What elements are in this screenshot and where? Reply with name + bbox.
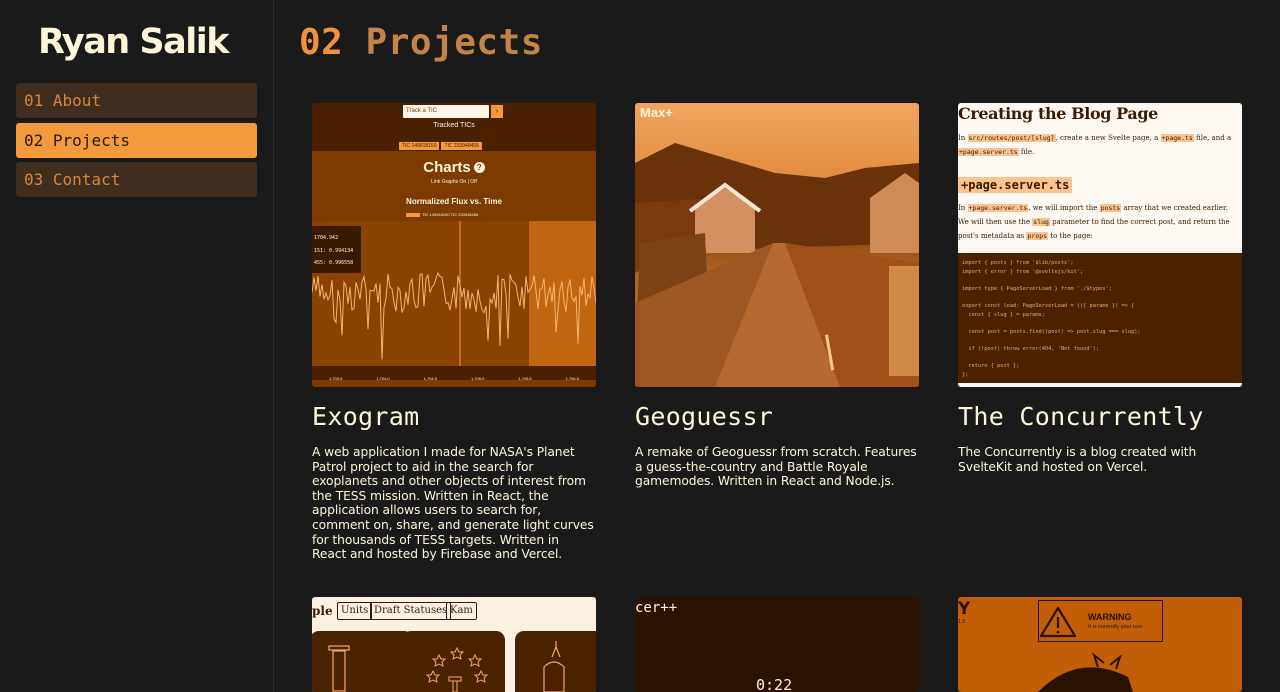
project-title[interactable]: Exogram [312, 402, 596, 431]
tick-label: 1,704.5 [423, 376, 437, 381]
tooltip-value: 151: 0.994134 [314, 247, 354, 254]
nav-item-label: Projects [52, 130, 130, 150]
tooltip-time: 1704.942 [314, 235, 339, 241]
project-description: The Concurrently is a blog created with … [958, 445, 1197, 474]
nav-item-contact[interactable]: 03 Contact [16, 162, 257, 197]
tick-label: 1,704.0 [376, 376, 390, 381]
code-block: import { posts } from '$lib/posts'; impo… [958, 253, 1242, 383]
nav-item-label: About [52, 91, 102, 110]
chart-tooltip: 1704.942 151: 0.994134 455: 0.996558 [312, 226, 361, 273]
project-card-exogram[interactable]: Track a TIC › Tracked TICs TIC 149918150… [312, 103, 596, 562]
street-view-image [635, 143, 919, 387]
warning-subtitle: It is currently your turn [1088, 624, 1143, 630]
warning-title: WARNING [1088, 612, 1132, 622]
tick-label: 1,703.5 [328, 376, 343, 381]
project-card-concurrently[interactable]: Creating the Blog Page In src/routes/pos… [958, 103, 1242, 474]
blog-code: posts [1099, 204, 1122, 212]
blog-heading: Creating the Blog Page [958, 104, 1158, 123]
tooltip-value: 455: 0.996558 [314, 260, 354, 266]
blog-paragraph: In +page.server.ts, we will import the p… [958, 201, 1240, 243]
game-clock: 0:22 [756, 676, 793, 692]
tick-label: 1,706.0 [565, 376, 579, 381]
thumb-logo-text: cer++ [635, 600, 678, 616]
project-title[interactable]: Geoguessr [635, 402, 919, 431]
project-thumbnail[interactable]: Max+ [635, 103, 919, 387]
page-title: 02 Projects [299, 22, 543, 63]
project-thumbnail[interactable]: cer++ 0:22 [635, 597, 919, 692]
project-card-geoguessr[interactable]: Max+ Geoguessr A remake of Geoguessr fro… [635, 103, 919, 489]
blog-text: In [958, 204, 968, 212]
blog-text: to the page: [1048, 232, 1093, 240]
blog-paragraph: In src/routes/post/[slug], create a new … [958, 131, 1240, 159]
chart-x-ticks: 1,703.5 1,704.0 1,704.5 1,705.0 1,705.5 … [312, 376, 596, 381]
blog-code: props [1026, 232, 1049, 240]
blog-text: file. [1018, 148, 1035, 156]
nav-item-number: 01 [24, 91, 44, 110]
project-thumbnail[interactable]: ple Units Draft Statuses Kam [312, 597, 596, 692]
project-title[interactable]: The Concurrently [958, 402, 1242, 431]
blog-code: +page.ts [1160, 134, 1194, 142]
blog-text: , we will import the [1028, 204, 1100, 212]
blog-code: slug [1032, 218, 1050, 226]
blog-subheading: +page.server.ts [958, 177, 1073, 193]
blog-text: file, and a [1193, 134, 1232, 142]
blog-text: , create a new Svelte page, a [1055, 134, 1161, 142]
project-description: A remake of Geoguessr from scratch. Feat… [635, 445, 917, 489]
project-thumbnail[interactable]: Creating the Blog Page In src/routes/pos… [958, 103, 1242, 387]
project-card[interactable]: Y 1.3 WARNING It is currently your turn [958, 597, 1242, 692]
main-nav: 01 About 02 Projects 03 Contact [16, 83, 257, 202]
blog-text: In [958, 134, 968, 142]
project-thumbnail[interactable]: Y 1.3 WARNING It is currently your turn [958, 597, 1242, 692]
blog-code: +page.server.ts [958, 148, 1019, 156]
blog-code: src/routes/post/[slug] [967, 134, 1056, 142]
tile-icons [328, 641, 565, 692]
site-brand[interactable]: Ryan Salik [38, 22, 230, 62]
project-thumbnail[interactable]: Track a TIC › Tracked TICs TIC 149918150… [312, 103, 596, 387]
project-card[interactable]: ple Units Draft Statuses Kam [312, 597, 596, 692]
project-description: A web application I made for NASA's Plan… [312, 445, 594, 562]
blog-code: +page.server.ts [967, 204, 1029, 212]
nav-item-label: Contact [52, 170, 121, 189]
nav-item-number: 03 [24, 170, 44, 189]
tick-label: 1,705.5 [518, 376, 532, 381]
nav-item-projects[interactable]: 02 Projects [16, 122, 257, 158]
page-title-number: 02 [299, 22, 344, 63]
tick-label: 1,705.0 [470, 376, 485, 381]
nav-item-about[interactable]: 01 About [16, 83, 257, 118]
sidebar: Ryan Salik 01 About 02 Projects 03 Conta… [0, 0, 274, 692]
nav-item-number: 02 [24, 130, 44, 150]
page-title-text: Projects [365, 22, 543, 63]
geoguessr-logo: Max+ [640, 105, 673, 120]
project-card[interactable]: cer++ 0:22 [635, 597, 919, 692]
